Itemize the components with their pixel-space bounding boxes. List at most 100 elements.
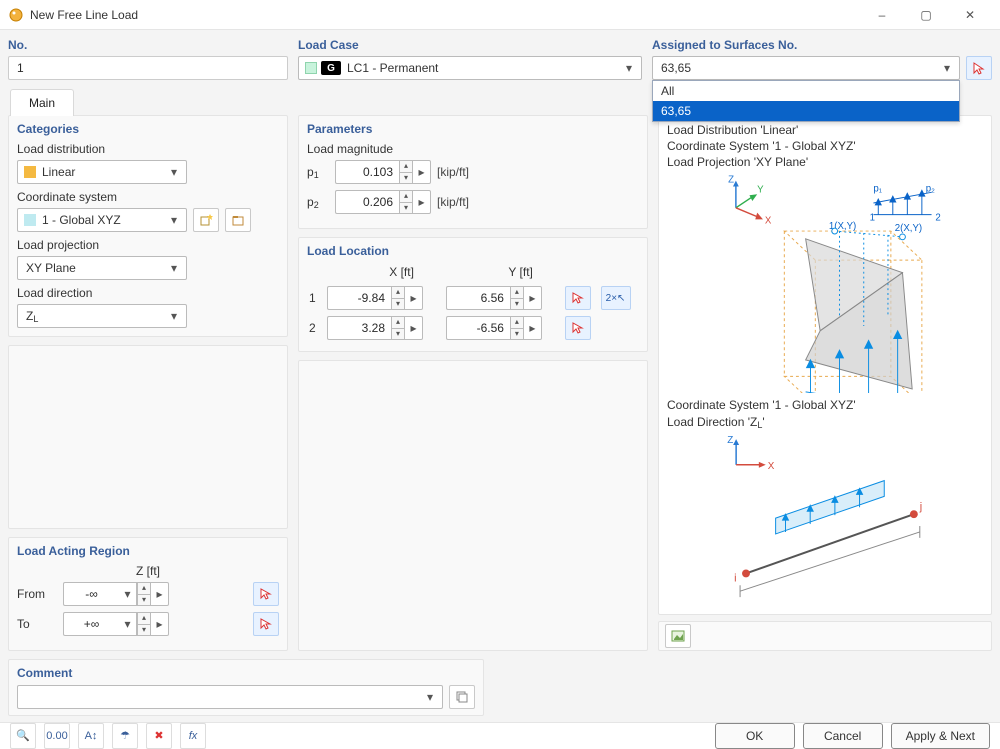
coord-system-combo[interactable]: 1 - Global XYZ ▾ (17, 208, 187, 232)
svg-text:X: X (768, 460, 775, 471)
load-distribution-combo[interactable]: Linear ▾ (17, 160, 187, 184)
pick-point2-button[interactable] (565, 316, 591, 340)
loc1-y-input[interactable] (446, 286, 510, 310)
chevron-down-icon[interactable]: ▾ (119, 582, 137, 606)
region-from-label: From (17, 587, 55, 601)
cancel-button[interactable]: Cancel (803, 723, 883, 749)
assigned-surfaces-dropdown[interactable]: All 63,65 (652, 80, 960, 122)
region-to-input[interactable] (63, 612, 119, 636)
spin-up-icon[interactable]: ▴ (391, 286, 405, 298)
apply-next-button[interactable]: Apply & Next (891, 723, 990, 749)
cursor-icon (972, 61, 986, 75)
minimize-button[interactable]: – (860, 0, 904, 30)
loc2-x-input[interactable] (327, 316, 391, 340)
spin-up-icon[interactable]: ▴ (399, 190, 413, 202)
load-distribution-label: Load distribution (17, 142, 279, 156)
expand-button[interactable]: ▸ (524, 286, 542, 310)
empty-panel-mid (298, 360, 648, 651)
region-from-input[interactable] (63, 582, 119, 606)
chevron-down-icon: ▾ (939, 60, 955, 76)
p1-input[interactable] (335, 160, 399, 184)
spin-up-icon[interactable]: ▴ (399, 160, 413, 172)
units-button[interactable]: 0.00 (44, 723, 70, 749)
loc1-x-field[interactable]: ▴▾ ▸ (327, 286, 442, 310)
assigned-surfaces-combo[interactable]: 63,65 ▾ (652, 56, 960, 80)
svg-text:Z: Z (727, 435, 733, 446)
p2-input[interactable] (335, 190, 399, 214)
expand-button[interactable]: ▸ (405, 316, 423, 340)
pick-two-points-button[interactable]: 2×↖ (601, 286, 631, 310)
p1-field[interactable]: ▴▾ ▸ (335, 160, 431, 184)
spin-down-icon[interactable]: ▾ (391, 298, 405, 310)
loc2-x-field[interactable]: ▴▾ ▸ (327, 316, 442, 340)
help-button[interactable]: 🔍 (10, 723, 36, 749)
tab-main[interactable]: Main (10, 89, 74, 116)
expand-button[interactable]: ▸ (151, 582, 169, 606)
spin-up-icon[interactable]: ▴ (391, 316, 405, 328)
no-field[interactable] (8, 56, 288, 80)
row-index: 1 (307, 283, 325, 313)
comment-combo[interactable]: ▾ (17, 685, 443, 709)
delete-x-icon: ✖︎ (154, 729, 163, 742)
loc2-y-field[interactable]: ▴▾ ▸ (446, 316, 561, 340)
preview-extra-button[interactable] (665, 624, 691, 648)
loc1-x-input[interactable] (327, 286, 391, 310)
folder-icon (231, 213, 245, 227)
spin-down-icon[interactable]: ▾ (137, 594, 151, 606)
svg-text:Y: Y (757, 184, 764, 195)
dropdown-option-all[interactable]: All (653, 81, 959, 101)
spin-up-icon[interactable]: ▴ (137, 612, 151, 624)
square-icon (24, 214, 36, 226)
reorder-button[interactable]: A↕ (78, 723, 104, 749)
spin-down-icon[interactable]: ▾ (137, 624, 151, 636)
fx-button[interactable]: fx (180, 723, 206, 749)
svg-text:1: 1 (870, 212, 875, 223)
loc1-y-field[interactable]: ▴▾ ▸ (446, 286, 561, 310)
svg-text:2(X,Y): 2(X,Y) (895, 223, 922, 234)
dropdown-option-selected[interactable]: 63,65 (653, 101, 959, 121)
parameters-title: Parameters (307, 122, 639, 136)
load-direction-combo[interactable]: ZL ▾ (17, 304, 187, 328)
pick-surfaces-button[interactable] (966, 56, 992, 80)
no-input[interactable] (15, 60, 281, 76)
assigned-surfaces-value: 63,65 (659, 61, 935, 75)
spin-down-icon[interactable]: ▾ (510, 298, 524, 310)
chevron-down-icon: ▾ (422, 689, 438, 705)
library-coord-system-button[interactable] (225, 208, 251, 232)
pick-from-button[interactable] (253, 582, 279, 606)
p2-field[interactable]: ▴▾ ▸ (335, 190, 431, 214)
delete-button[interactable]: ✖︎ (146, 723, 172, 749)
spin-down-icon[interactable]: ▾ (391, 328, 405, 340)
comment-copy-button[interactable] (449, 685, 475, 709)
svg-text:2: 2 (935, 212, 940, 223)
expand-button[interactable]: ▸ (151, 612, 169, 636)
expand-button[interactable]: ▸ (413, 190, 431, 214)
expand-button[interactable]: ▸ (413, 160, 431, 184)
chevron-down-icon: ▾ (166, 308, 182, 324)
loc2-y-input[interactable] (446, 316, 510, 340)
load-direction-value: ZL (24, 309, 162, 323)
pick-to-button[interactable] (253, 612, 279, 636)
close-button[interactable]: ✕ (948, 0, 992, 30)
maximize-button[interactable]: ▢ (904, 0, 948, 30)
spin-down-icon[interactable]: ▾ (510, 328, 524, 340)
chevron-down-icon[interactable]: ▾ (119, 612, 137, 636)
ok-button[interactable]: OK (715, 723, 795, 749)
expand-button[interactable]: ▸ (524, 316, 542, 340)
spin-up-icon[interactable]: ▴ (137, 582, 151, 594)
spin-down-icon[interactable]: ▾ (399, 172, 413, 184)
region-from-field[interactable]: ▾ ▴▾ ▸ (63, 582, 169, 606)
load-case-combo[interactable]: G LC1 - Permanent ▾ (298, 56, 642, 80)
pick-point1-button[interactable] (565, 286, 591, 310)
spin-up-icon[interactable]: ▴ (510, 286, 524, 298)
spin-down-icon[interactable]: ▾ (399, 202, 413, 214)
fx-icon: fx (189, 730, 198, 742)
new-coord-system-button[interactable] (193, 208, 219, 232)
weather-button[interactable]: ☂ (112, 723, 138, 749)
region-to-field[interactable]: ▾ ▴▾ ▸ (63, 612, 169, 636)
cursor-icon (260, 588, 272, 600)
expand-button[interactable]: ▸ (405, 286, 423, 310)
load-projection-combo[interactable]: XY Plane ▾ (17, 256, 187, 280)
spin-up-icon[interactable]: ▴ (510, 316, 524, 328)
decimal-icon: 0.00 (46, 730, 67, 742)
